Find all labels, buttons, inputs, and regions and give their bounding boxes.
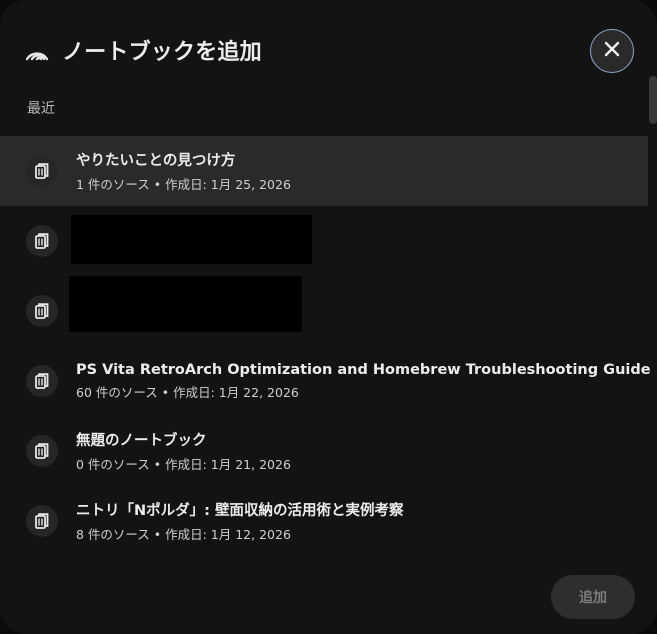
notebook-icon	[26, 505, 58, 537]
notebook-icon	[26, 155, 58, 187]
notebook-icon	[26, 365, 58, 397]
section-label-recent: 最近	[27, 101, 55, 117]
notebook-list-item-redacted[interactable]	[0, 206, 648, 276]
notebook-title: やりたいことの見つけ方	[76, 153, 236, 169]
notebook-title: PS Vita RetroArch Optimization and Homeb…	[76, 361, 651, 378]
notebook-meta: 60 件のソース • 作成日: 1月 22, 2026	[76, 384, 299, 400]
scrollbar-thumb[interactable]	[649, 76, 657, 124]
close-icon	[604, 41, 620, 61]
redaction-block	[71, 215, 312, 264]
notebook-list-item[interactable]: PS Vita RetroArch Optimization and Homeb…	[0, 346, 651, 416]
close-button[interactable]	[590, 29, 634, 73]
add-notebook-dialog: ノートブックを追加 最近 やりたいことの見つけ方 1 件のソース • 作成日: …	[0, 0, 657, 634]
notebook-list-item-redacted[interactable]	[0, 276, 648, 346]
notebook-meta: 1 件のソース • 作成日: 1月 25, 2026	[76, 177, 291, 192]
redaction-block	[69, 276, 302, 332]
notebook-list-item[interactable]: やりたいことの見つけ方 1 件のソース • 作成日: 1月 25, 2026	[0, 136, 648, 206]
notebook-icon	[26, 435, 58, 467]
add-button[interactable]: 追加	[551, 575, 635, 619]
notebook-icon	[26, 295, 58, 327]
source-share-icon	[24, 39, 50, 61]
notebook-title: ニトリ「Nポルダ」: 壁面収納の活用術と実例考察	[76, 503, 404, 519]
notebook-text: 無題のノートブック 0 件のソース • 作成日: 1月 21, 2026	[76, 429, 291, 473]
notebook-text: やりたいことの見つけ方 1 件のソース • 作成日: 1月 25, 2026	[76, 149, 291, 193]
dialog-header: ノートブックを追加	[24, 28, 262, 72]
notebook-meta: 0 件のソース • 作成日: 1月 21, 2026	[76, 457, 291, 472]
notebook-text: ニトリ「Nポルダ」: 壁面収納の活用術と実例考察 8 件のソース • 作成日: …	[76, 499, 403, 543]
notebook-title: 無題のノートブック	[76, 433, 207, 449]
notebook-meta: 8 件のソース • 作成日: 1月 12, 2026	[76, 527, 291, 542]
notebook-list-item[interactable]: 無題のノートブック 0 件のソース • 作成日: 1月 21, 2026	[0, 416, 648, 486]
dialog-title: ノートブックを追加	[62, 40, 262, 65]
notebook-text: PS Vita RetroArch Optimization and Homeb…	[76, 362, 651, 401]
notebook-icon	[26, 225, 58, 257]
notebook-list: やりたいことの見つけ方 1 件のソース • 作成日: 1月 25, 2026 P…	[0, 136, 651, 556]
notebook-list-item[interactable]: ニトリ「Nポルダ」: 壁面収納の活用術と実例考察 8 件のソース • 作成日: …	[0, 486, 648, 556]
